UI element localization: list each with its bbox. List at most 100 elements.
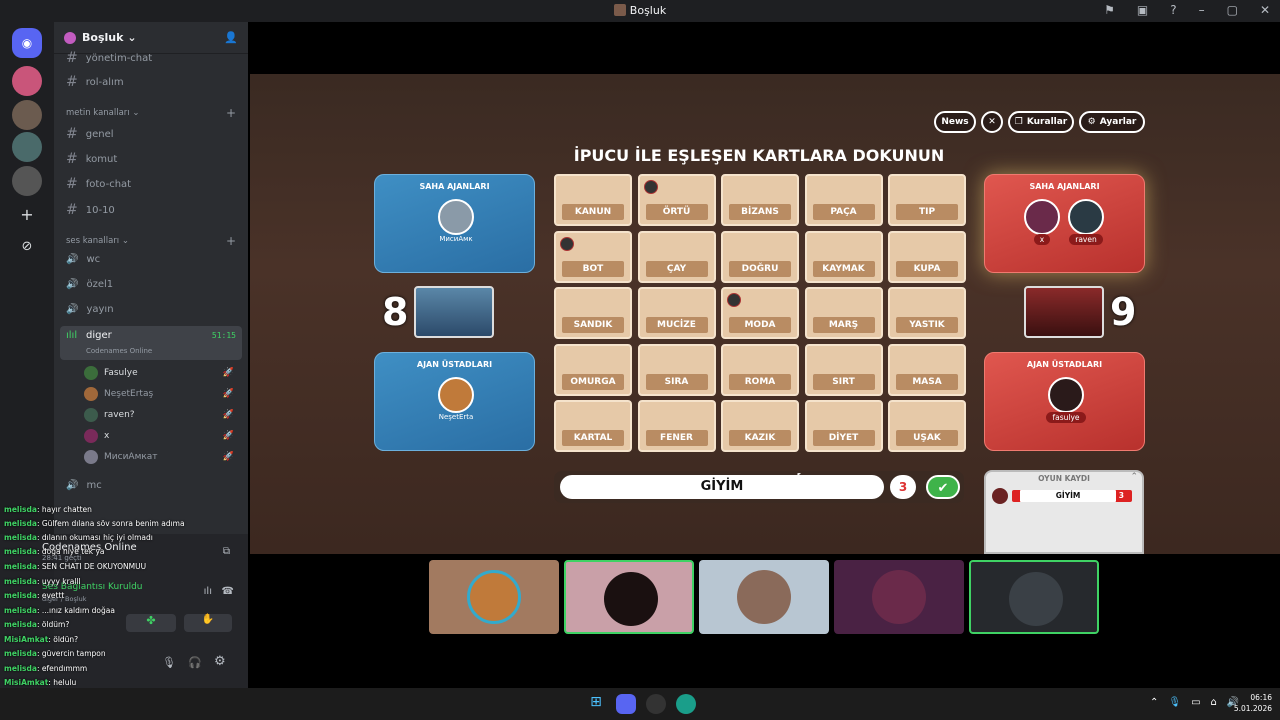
word-card[interactable]: SIRA [637, 343, 716, 396]
word-card[interactable]: SANDIK [554, 287, 632, 339]
player-card[interactable]: NeşetErta [433, 377, 479, 421]
voice-user[interactable]: МисиАмкат 🚀 [84, 450, 234, 464]
server-avatar-1[interactable] [12, 66, 42, 96]
red-operatives-panel: SAHA AJANLARI x raven [984, 174, 1145, 273]
participant-tile[interactable] [564, 560, 694, 634]
participant-tile[interactable] [969, 560, 1099, 634]
mute-icon[interactable]: ✕ [981, 111, 1003, 133]
confirm-clue-button[interactable]: ✔ [926, 475, 960, 499]
discord-taskbar-icon[interactable] [616, 694, 636, 714]
add-channel-icon[interactable]: + [226, 106, 236, 120]
voice-channel-wc[interactable]: 🔊 wc [66, 254, 100, 265]
card-word: SIRA [645, 373, 708, 390]
chevron-up-icon[interactable]: ⌃ [1150, 697, 1158, 708]
chevron-up-icon[interactable]: ⌃ [1130, 472, 1138, 482]
word-card[interactable]: DİYET [804, 400, 883, 452]
channel-yonetim[interactable]: # yönetim-chat [66, 50, 152, 66]
inbox-icon[interactable]: ▣ [1137, 3, 1148, 17]
word-card[interactable]: MARŞ [804, 287, 883, 339]
word-card[interactable]: MASA [888, 343, 966, 396]
headphones-icon[interactable]: 🎧 [188, 656, 202, 669]
category-text[interactable]: metin kanalları ⌄ + [66, 106, 236, 120]
participant-tile[interactable] [699, 560, 829, 634]
channel-foto-chat[interactable]: # foto-chat [66, 176, 131, 192]
word-card[interactable]: KAYMAK [804, 230, 883, 283]
microphone-icon[interactable]: 🎙 [1168, 697, 1181, 708]
discord-home-icon[interactable]: ◉ [12, 28, 42, 58]
word-card[interactable]: BOT [554, 230, 632, 283]
display-icon[interactable]: ▭ [1191, 697, 1200, 708]
server-avatar-4[interactable] [12, 166, 42, 196]
word-card[interactable]: UŞAK [888, 400, 966, 452]
add-server-icon[interactable]: + [12, 200, 42, 230]
server-avatar-3[interactable] [12, 132, 42, 162]
guild-icon [64, 31, 76, 44]
windows-start-icon[interactable]: ⊞ [586, 694, 606, 714]
channel-rol-alim[interactable]: # rol-alım [66, 74, 124, 90]
word-card[interactable]: DOĞRU [721, 230, 799, 283]
voice-user[interactable]: NeşetErtaş 🚀 [84, 387, 234, 401]
settings-button[interactable]: ⚙ Ayarlar [1079, 111, 1145, 133]
player-card[interactable]: МисиАмк [435, 199, 477, 243]
word-card[interactable]: KUPA [888, 230, 966, 283]
hash-icon: # [66, 74, 78, 90]
category-voice[interactable]: ses kanalları ⌄ + [66, 234, 236, 248]
rules-button[interactable]: ❐ Kurallar [1008, 111, 1074, 133]
chat-username: melisda [4, 505, 37, 514]
microphone-icon[interactable]: 🎙 [162, 656, 176, 669]
word-card[interactable]: KANUN [554, 174, 632, 226]
channel-10-10[interactable]: #10-10 [66, 202, 115, 218]
edge-browser-icon[interactable] [676, 694, 696, 714]
settings-gear-icon[interactable]: ⚙ [214, 654, 226, 669]
word-card[interactable]: YASTIK [888, 287, 966, 339]
discover-icon[interactable]: ⊘ [12, 232, 42, 262]
clue-word-field[interactable]: GİYİM [560, 475, 884, 499]
player-card[interactable]: fasulye [1041, 377, 1091, 423]
close-button[interactable]: ✕ [1260, 3, 1270, 17]
maximize-button[interactable]: ▢ [1227, 3, 1238, 17]
participant-tile[interactable] [834, 560, 964, 634]
activity-button[interactable]: ✤ [126, 614, 176, 632]
channel-genel[interactable]: # genel [66, 126, 114, 142]
word-card[interactable]: MODA [721, 287, 799, 339]
server-avatar-2[interactable] [12, 100, 42, 130]
clock[interactable]: 06:16 5.01.2026 [1234, 692, 1272, 714]
voice-channel-diger[interactable]: ılıl diger 51:15 Codenames Online [60, 326, 242, 360]
voice-user[interactable]: raven? 🚀 [84, 408, 234, 422]
word-card[interactable]: MUCİZE [637, 287, 716, 339]
word-card[interactable]: KARTAL [554, 400, 632, 452]
disconnect-icon[interactable]: ☎ [222, 586, 234, 597]
participant-tile[interactable] [429, 560, 559, 634]
word-card[interactable]: ÇAY [637, 230, 716, 283]
word-card[interactable]: KAZIK [721, 400, 799, 452]
word-card[interactable]: BİZANS [721, 174, 799, 226]
voice-user[interactable]: Fasulye 🚀 [84, 366, 234, 380]
player-card[interactable]: raven [1065, 199, 1107, 245]
word-card[interactable]: ÖRTÜ [637, 174, 716, 226]
news-button[interactable]: News [934, 111, 976, 133]
word-card[interactable]: PAÇA [804, 174, 883, 226]
voice-channel-mc[interactable]: 🔊 mc [66, 480, 102, 491]
voice-user[interactable]: x 🚀 [84, 429, 234, 443]
add-channel-icon[interactable]: + [226, 234, 236, 248]
word-card[interactable]: ROMA [721, 343, 799, 396]
minimize-button[interactable]: – [1199, 3, 1205, 17]
app-taskbar-icon[interactable] [646, 694, 666, 714]
help-icon[interactable]: ? [1170, 3, 1176, 17]
clue-number[interactable]: 3 [890, 475, 916, 499]
word-card[interactable]: OMURGA [554, 343, 632, 396]
word-card[interactable]: TIP [888, 174, 966, 226]
voice-bars-icon[interactable]: ılı [204, 586, 212, 597]
player-card[interactable]: x [1021, 199, 1063, 245]
channel-komut[interactable]: # komut [66, 151, 117, 167]
popout-icon[interactable]: ⧉ [223, 546, 230, 557]
flag-icon[interactable]: ⚑ [1104, 3, 1115, 17]
voice-channel-ozel1[interactable]: 🔊 özel1 [66, 279, 113, 290]
hash-icon: # [66, 50, 78, 66]
add-member-icon[interactable]: 👤 [224, 31, 238, 44]
network-icon[interactable]: ⌂ [1211, 697, 1217, 708]
voice-channel-yayin[interactable]: 🔊 yayın [66, 304, 114, 315]
word-card[interactable]: SIRT [804, 343, 883, 396]
soundboard-button[interactable]: ✋ [184, 614, 232, 632]
word-card[interactable]: FENER [637, 400, 716, 452]
